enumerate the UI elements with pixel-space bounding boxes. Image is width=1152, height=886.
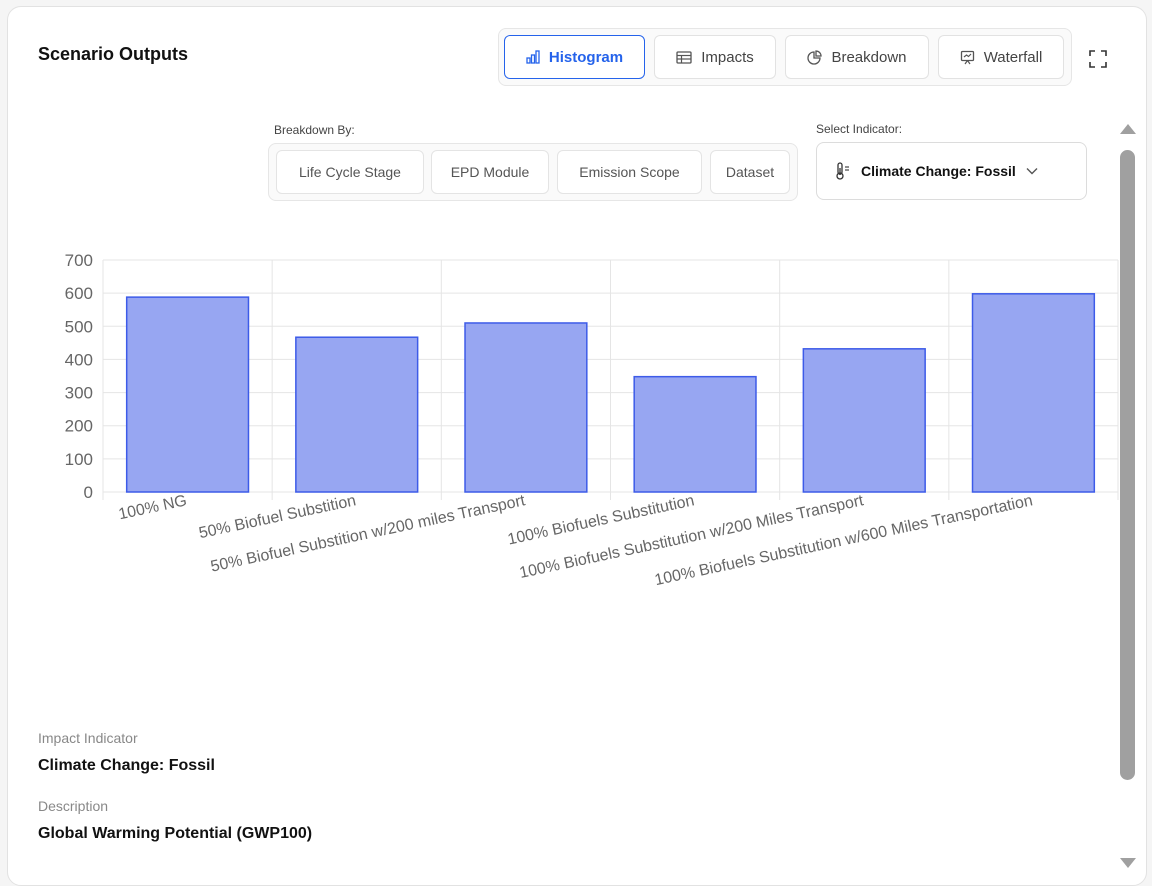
bar-chart-icon <box>526 50 540 64</box>
tab-breakdown[interactable]: Breakdown <box>785 35 929 79</box>
tab-impacts[interactable]: Impacts <box>654 35 776 79</box>
scrollbar[interactable] <box>1117 116 1139 868</box>
breakdown-options: Life Cycle Stage EPD Module Emission Sco… <box>268 143 798 201</box>
scenario-outputs-panel <box>7 6 1147 886</box>
impact-indicator-label: Impact Indicator <box>38 730 138 746</box>
presentation-icon <box>960 50 974 64</box>
breakdown-epd-module[interactable]: EPD Module <box>431 150 549 194</box>
breakdown-emission-scope[interactable]: Emission Scope <box>557 150 702 194</box>
table-icon <box>676 50 692 64</box>
tab-impacts-label: Impacts <box>701 48 754 66</box>
description-value: Global Warming Potential (GWP100) <box>38 825 313 842</box>
pie-chart-icon <box>807 49 823 65</box>
expand-icon <box>1089 50 1107 68</box>
scroll-down-arrow[interactable] <box>1120 858 1136 868</box>
expand-button[interactable] <box>1087 48 1109 70</box>
scroll-up-arrow[interactable] <box>1120 124 1136 134</box>
panel-title: Scenario Outputs <box>38 44 189 64</box>
tab-waterfall-label: Waterfall <box>983 48 1043 66</box>
tab-waterfall[interactable]: Waterfall <box>938 35 1064 79</box>
thermometer-icon <box>836 162 849 180</box>
indicator-select-value: Climate Change: Fossil <box>861 163 1016 179</box>
impact-indicator-value: Climate Change: Fossil <box>38 757 215 774</box>
breakdown-dataset[interactable]: Dataset <box>710 150 790 194</box>
select-indicator-label: Select Indicator: <box>816 122 903 136</box>
description-label: Description <box>38 798 109 814</box>
indicator-select[interactable]: Climate Change: Fossil <box>816 142 1087 200</box>
tab-histogram-label: Histogram <box>548 48 624 66</box>
view-tab-group: Histogram Impacts Breakdown Waterfall <box>498 28 1072 86</box>
tab-histogram[interactable]: Histogram <box>504 35 645 79</box>
scrollbar-thumb[interactable] <box>1120 150 1135 780</box>
breakdown-life-cycle-stage[interactable]: Life Cycle Stage <box>276 150 424 194</box>
breakdown-by-label: Breakdown By: <box>274 123 355 137</box>
chevron-down-icon <box>1026 168 1038 175</box>
tab-breakdown-label: Breakdown <box>831 48 907 66</box>
